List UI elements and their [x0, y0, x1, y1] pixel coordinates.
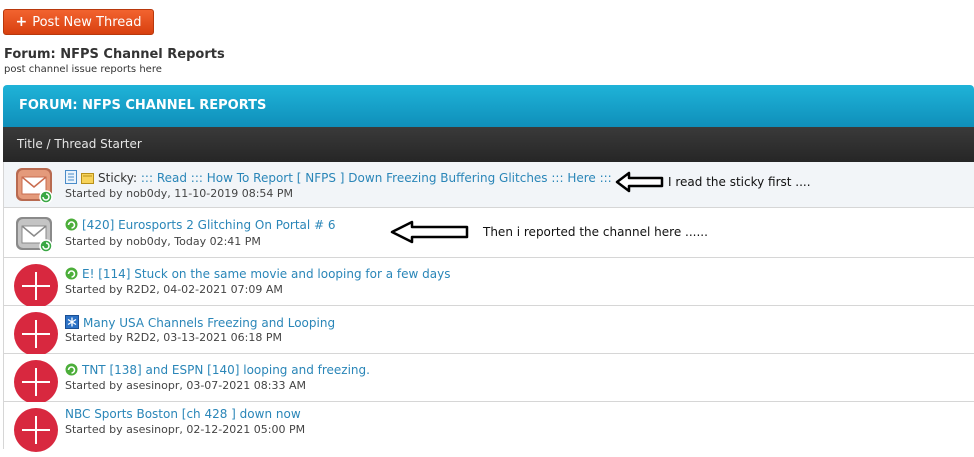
annotation-first: I read the sticky first ....: [668, 175, 811, 189]
thread-meta: Started by nob0dy, 11-10-2019 08:54 PM: [65, 187, 294, 200]
thread-title-link[interactable]: TNT [138] and ESPN [140] looping and fre…: [82, 363, 370, 377]
recycle-icon: [65, 218, 78, 231]
post-new-thread-label: Post New Thread: [32, 14, 142, 30]
closed-icon: [14, 407, 58, 452]
arrow-left-icon: [615, 171, 664, 193]
thread-title-line: TNT [138] and ESPN [140] looping and fre…: [65, 363, 370, 377]
document-icon: [65, 170, 77, 184]
table-row: Many USA Channels Freezing and Looping S…: [3, 306, 974, 356]
closed-icon: [14, 263, 58, 308]
closed-icon: [14, 311, 58, 356]
thread-title-line: E! [114] Stuck on the same movie and loo…: [65, 267, 450, 281]
snowflake-icon: [65, 315, 79, 329]
attachment-icon: [81, 173, 94, 184]
plus-icon: +: [15, 14, 28, 30]
thread-title-link[interactable]: ::: Read ::: How To Report [ NFPS ] Down…: [141, 171, 612, 185]
table-row: E! [114] Stuck on the same movie and loo…: [3, 258, 974, 308]
closed-icon: [14, 359, 58, 404]
sticky-prefix: Sticky:: [98, 171, 138, 185]
arrow-left-icon: [390, 220, 469, 244]
forum-description: post channel issue reports here: [4, 64, 162, 75]
mail-sticky-icon: [15, 165, 55, 205]
thread-meta: Started by R2D2, 03-13-2021 06:18 PM: [65, 331, 282, 344]
thread-meta: Started by asesinopr, 03-07-2021 08:33 A…: [65, 379, 306, 392]
thread-title-line: Many USA Channels Freezing and Looping: [65, 315, 335, 330]
thread-title-line: Sticky: ::: Read ::: How To Report [ NFP…: [65, 170, 612, 185]
annotation-second: Then i reported the channel here ......: [483, 225, 708, 239]
page-title: Forum: NFPS Channel Reports: [4, 47, 225, 62]
thread-title-line: [420] Eurosports 2 Glitching On Portal #…: [65, 218, 336, 232]
thread-meta: Started by nob0dy, Today 02:41 PM: [65, 235, 261, 248]
thread-title-link[interactable]: E! [114] Stuck on the same movie and loo…: [82, 267, 450, 281]
table-row: TNT [138] and ESPN [140] looping and fre…: [3, 354, 974, 404]
table-row-sticky: Sticky: ::: Read ::: How To Report [ NFP…: [3, 162, 974, 208]
table-row: NBC Sports Boston [ch 428 ] down now Sta…: [3, 402, 974, 452]
post-new-thread-button[interactable]: + Post New Thread: [3, 9, 154, 35]
thread-title-line: NBC Sports Boston [ch 428 ] down now: [65, 407, 301, 421]
thread-title-link[interactable]: [420] Eurosports 2 Glitching On Portal #…: [82, 218, 336, 232]
thread-title-link[interactable]: NBC Sports Boston [ch 428 ] down now: [65, 407, 301, 421]
recycle-icon: [65, 267, 78, 280]
thread-meta: Started by R2D2, 04-02-2021 07:09 AM: [65, 283, 283, 296]
forum-banner: FORUM: NFPS CHANNEL REPORTS: [3, 85, 974, 127]
recycle-icon: [65, 363, 78, 376]
column-header-title[interactable]: Title / Thread Starter: [3, 127, 974, 162]
thread-title-link[interactable]: Many USA Channels Freezing and Looping: [83, 316, 335, 330]
thread-meta: Started by asesinopr, 02-12-2021 05:00 P…: [65, 423, 306, 436]
mail-icon: [15, 214, 55, 254]
